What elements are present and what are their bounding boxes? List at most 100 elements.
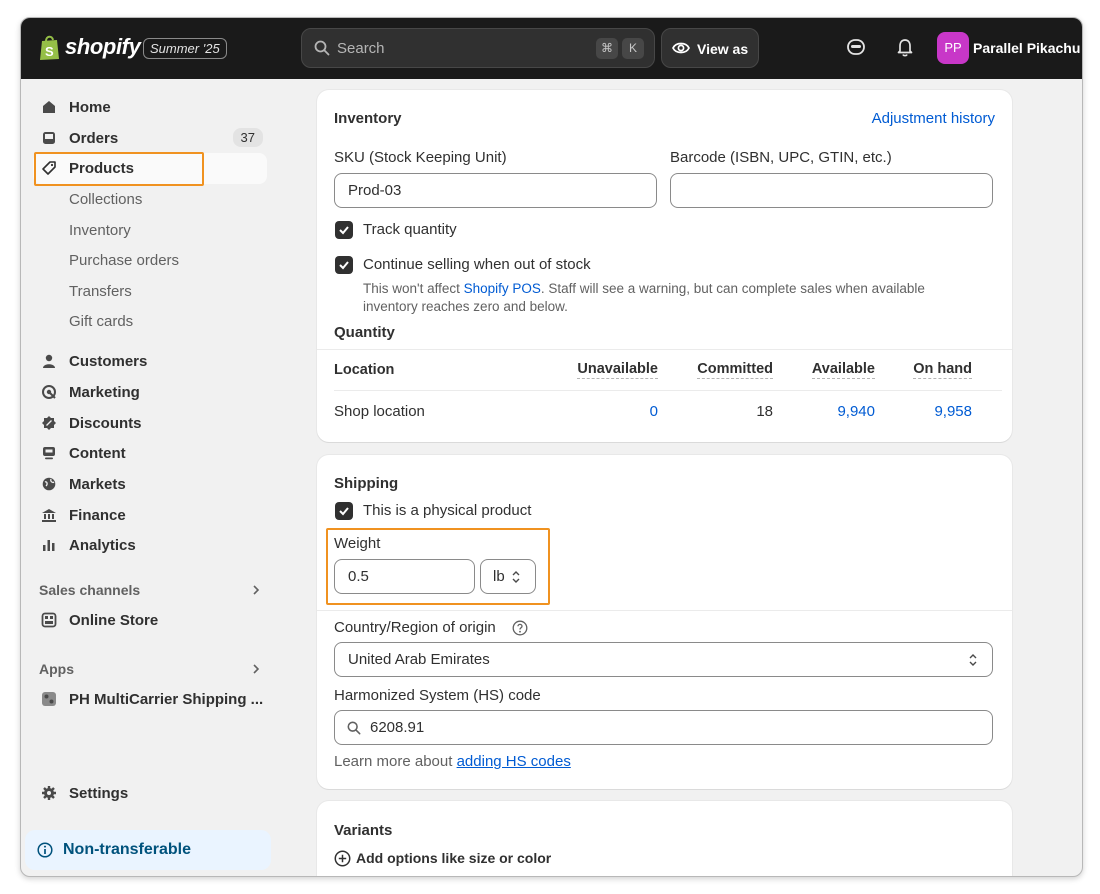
sidebar-item-products[interactable]: Products (33, 153, 267, 184)
divider (317, 349, 1012, 350)
quantity-title: Quantity (334, 324, 395, 341)
adjustment-history-link[interactable]: Adjustment history (872, 110, 995, 127)
sidebar-item-transfers[interactable]: Transfers (33, 276, 267, 307)
discount-icon (42, 416, 56, 430)
sidebar-item-inventory[interactable]: Inventory (33, 215, 267, 246)
shopify-bag-icon[interactable]: S (38, 35, 62, 61)
avatar[interactable]: PP (937, 32, 969, 64)
weight-unit-select[interactable]: lb (480, 559, 536, 594)
main-content: Inventory Adjustment history SKU (Stock … (280, 79, 1082, 876)
physical-product-checkbox[interactable] (335, 502, 353, 520)
bar-chart-icon (43, 540, 55, 551)
sidebar-item-label: Inventory (69, 222, 131, 239)
sales-channels-heading[interactable]: Sales channels (39, 582, 140, 598)
sidebar-item-label: Orders (69, 130, 119, 147)
sidebar-item-label: Home (69, 99, 111, 116)
divider (334, 390, 1002, 391)
plus-circle-icon (334, 850, 351, 867)
sidebar-item-label: Finance (69, 507, 126, 524)
column-on-hand[interactable]: On hand (913, 361, 972, 379)
sidebar-item-finance[interactable]: Finance (33, 500, 267, 531)
sidebar-item-label: Purchase orders (69, 252, 180, 269)
sidebar-item-marketing[interactable]: Marketing (33, 377, 267, 408)
target-icon (42, 385, 56, 399)
adding-hs-codes-link[interactable]: adding HS codes (457, 753, 571, 770)
column-committed[interactable]: Committed (697, 361, 773, 379)
k-key-hint: K (622, 38, 644, 59)
barcode-label: Barcode (ISBN, UPC, GTIN, etc.) (670, 149, 892, 166)
search-input[interactable]: Search ⌘ K (301, 28, 655, 68)
continue-selling-help: This won't affect Shopify POS. Staff wil… (363, 280, 983, 316)
divider (317, 610, 1012, 611)
weight-label: Weight (334, 535, 381, 552)
edition-badge[interactable]: Summer '25 (143, 38, 227, 59)
continue-selling-checkbox[interactable] (335, 256, 353, 274)
shopify-pos-link[interactable]: Shopify POS (464, 281, 541, 296)
available-cell[interactable]: 9,940 (837, 403, 875, 420)
help-circle-icon[interactable] (512, 620, 528, 636)
apps-heading[interactable]: Apps (39, 661, 74, 677)
app-window: S shopify Summer '25 Search ⌘ K View as … (20, 17, 1083, 877)
sidebar-item-settings[interactable]: Settings (33, 778, 267, 809)
search-icon (314, 40, 330, 56)
country-label: Country/Region of origin (334, 619, 496, 636)
sidebar-item-discounts[interactable]: Discounts (33, 408, 267, 439)
sidebar-item-label: Collections (69, 191, 143, 208)
globe-icon (42, 477, 56, 491)
barcode-input[interactable] (670, 173, 993, 208)
sidebar-item-orders[interactable]: Orders 37 (33, 123, 267, 154)
sidebar-item-label: Transfers (69, 283, 132, 300)
view-as-button[interactable]: View as (661, 28, 759, 68)
svg-text:S: S (45, 44, 54, 59)
sidebar-item-customers[interactable]: Customers (33, 346, 267, 377)
content-icon (43, 447, 55, 460)
bell-icon[interactable] (895, 37, 915, 57)
search-placeholder: Search (337, 40, 385, 57)
hs-code-value: 6208.91 (370, 719, 425, 736)
sidebar-item-online-store[interactable]: Online Store (33, 605, 267, 636)
variants-title: Variants (334, 822, 393, 839)
sku-input[interactable]: Prod-03 (334, 173, 657, 208)
track-quantity-checkbox[interactable] (335, 221, 353, 239)
location-cell: Shop location (334, 403, 425, 420)
sidebar-item-collections[interactable]: Collections (33, 184, 267, 215)
learn-more-text: Learn more about adding HS codes (334, 753, 571, 770)
sidebar-item-label: Marketing (69, 384, 140, 401)
column-available[interactable]: Available (811, 361, 875, 379)
tag-icon (42, 161, 56, 175)
sidebar-item-analytics[interactable]: Analytics (33, 530, 267, 561)
on-hand-cell[interactable]: 9,958 (934, 403, 972, 420)
sidebar-item-gift-cards[interactable]: Gift cards (33, 306, 267, 337)
unavailable-cell[interactable]: 0 (650, 403, 658, 420)
country-select[interactable]: United Arab Emirates (334, 642, 993, 677)
variants-card: Variants Add options like size or color (317, 801, 1012, 876)
sidebar-item-label: Products (69, 160, 135, 177)
hs-code-input[interactable]: 6208.91 (334, 710, 993, 745)
chevron-right-icon[interactable] (250, 584, 262, 596)
inventory-title: Inventory (334, 110, 402, 127)
hs-code-label: Harmonized System (HS) code (334, 687, 541, 704)
sidekick-icon[interactable] (846, 37, 866, 57)
sidebar-item-purchase-orders[interactable]: Purchase orders (33, 245, 267, 276)
sidebar-item-home[interactable]: Home (33, 92, 267, 123)
help-text: This won't affect (363, 281, 464, 296)
sidebar-item-label: Content (69, 445, 126, 462)
person-icon (43, 354, 55, 368)
inbox-icon (43, 132, 55, 144)
user-name[interactable]: Parallel Pikachu (973, 40, 1080, 56)
weight-input[interactable]: 0.5 (334, 559, 475, 594)
sidebar-item-markets[interactable]: Markets (33, 469, 267, 500)
sidebar-item-label: Gift cards (69, 313, 134, 330)
committed-cell: 18 (756, 403, 773, 420)
column-unavailable[interactable]: Unavailable (577, 361, 658, 379)
learn-more-prefix: Learn more about (334, 753, 457, 770)
sku-label: SKU (Stock Keeping Unit) (334, 149, 507, 166)
sidebar-item-content[interactable]: Content (33, 438, 267, 469)
non-transferable-banner[interactable]: Non-transferable (25, 830, 271, 870)
shopify-logo[interactable]: shopify (65, 34, 141, 60)
add-options-label: Add options like size or color (356, 850, 552, 866)
sidebar-item-app[interactable]: PH MultiCarrier Shipping ... (33, 684, 267, 715)
home-icon (43, 101, 55, 113)
chevron-right-icon[interactable] (250, 663, 262, 675)
sidebar-item-label: Markets (69, 476, 126, 493)
